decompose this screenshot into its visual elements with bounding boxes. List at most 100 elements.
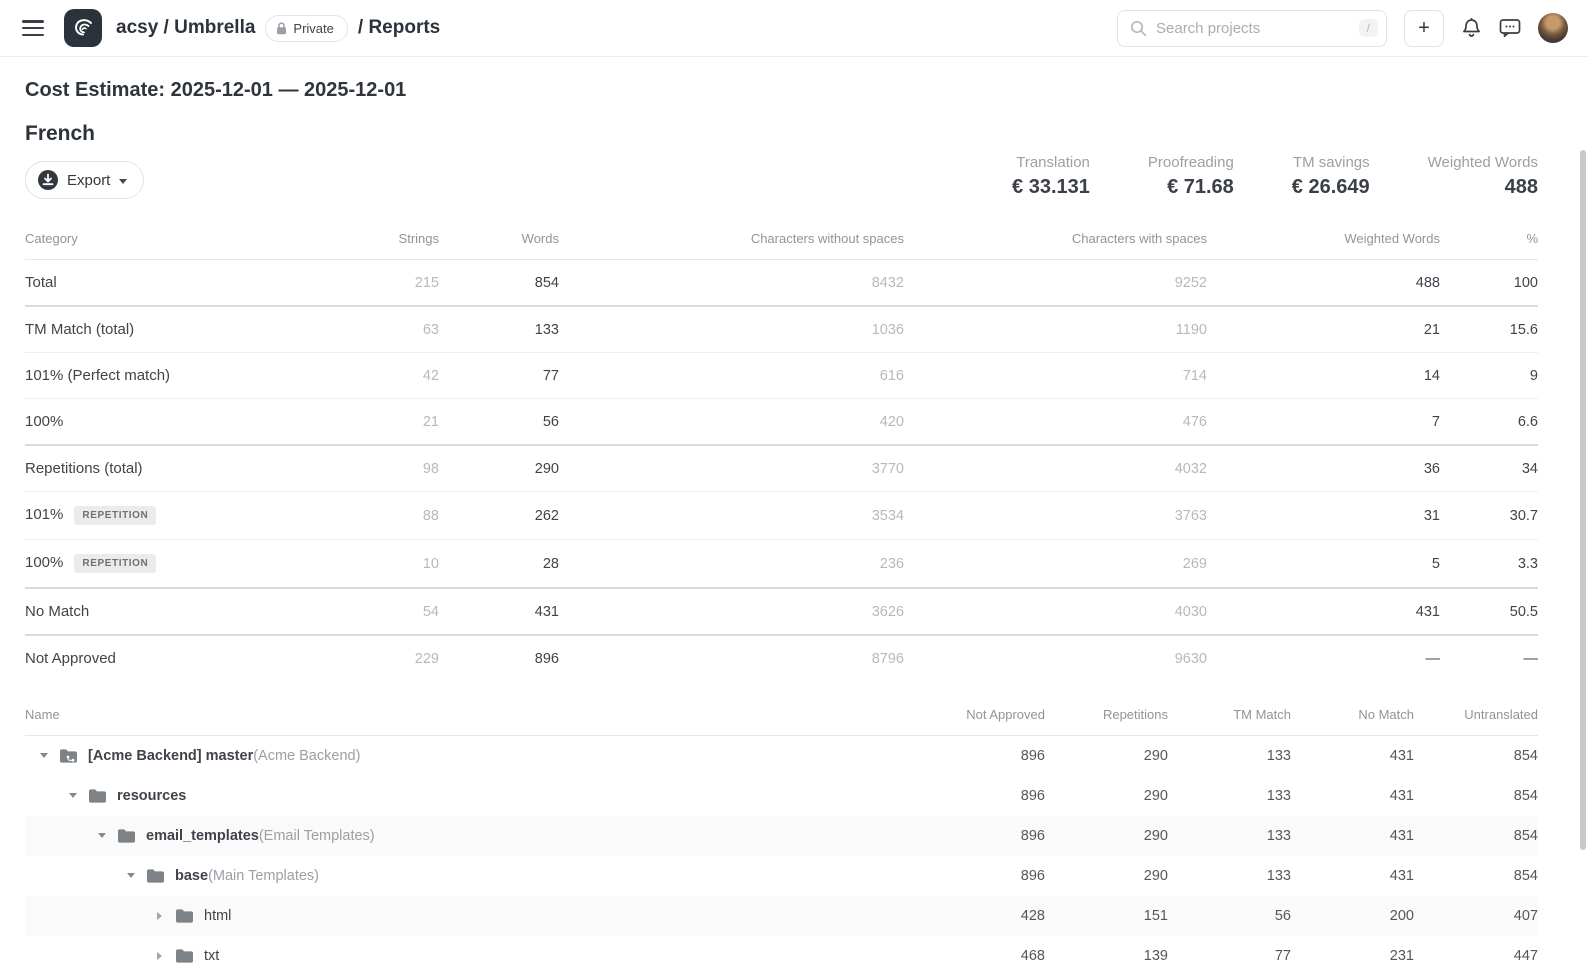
table-row: 100%REPETITION102823626953.3 <box>25 540 1538 589</box>
category-cell: 101% (Perfect match) <box>25 353 369 399</box>
column-header: % <box>1440 231 1538 260</box>
percent-cell: — <box>1440 635 1538 681</box>
app-logo-icon[interactable] <box>64 9 102 47</box>
no-match-cell: 431 <box>1291 776 1414 816</box>
folder-name[interactable]: html <box>204 908 231 924</box>
file-tree-row[interactable]: html42815156200407 <box>25 896 1538 936</box>
messages-chat-icon[interactable] <box>1499 18 1521 38</box>
stats-row: Translation€ 33.131Proofreading€ 71.68TM… <box>1012 154 1538 199</box>
untranslated-cell: 854 <box>1414 816 1538 856</box>
files-breakdown-table: NameNot ApprovedRepetitionsTM MatchNo Ma… <box>25 707 1538 969</box>
folder-name[interactable]: resources <box>117 788 186 804</box>
table-row: TM Match (total)63133103611902115.6 <box>25 306 1538 353</box>
collapse-caret-icon[interactable] <box>124 873 137 878</box>
file-name-cell: html <box>25 896 922 936</box>
search-input[interactable] <box>1156 20 1350 37</box>
folder-icon <box>117 828 136 844</box>
repetitions-cell: 151 <box>1045 896 1168 936</box>
words-cell: 431 <box>439 588 559 635</box>
chevron-down-icon <box>119 179 127 184</box>
untranslated-cell: 447 <box>1414 936 1538 969</box>
lock-icon <box>276 22 287 35</box>
percent-cell: 9 <box>1440 353 1538 399</box>
folder-name[interactable]: base <box>175 868 208 884</box>
expand-caret-icon[interactable] <box>153 952 166 960</box>
chars-with-spaces-cell: 1190 <box>904 306 1207 353</box>
strings-cell: 88 <box>369 492 439 540</box>
search-shortcut-hint: / <box>1359 19 1378 37</box>
percent-cell: 6.6 <box>1440 399 1538 446</box>
folder-title-suffix: (Main Templates) <box>208 868 319 884</box>
weighted-words-cell: 431 <box>1207 588 1440 635</box>
folder-icon <box>175 908 194 924</box>
user-avatar[interactable] <box>1538 13 1568 43</box>
file-name-cell: email_templates(Email Templates) <box>25 816 922 856</box>
not-approved-cell: 896 <box>922 856 1045 896</box>
create-project-button[interactable]: + <box>1404 10 1444 47</box>
cost-estimate-table-header: CategoryStringsWordsCharacters without s… <box>25 231 1538 260</box>
column-header: Weighted Words <box>1207 231 1440 260</box>
strings-cell: 21 <box>369 399 439 446</box>
breadcrumb: acsy / Umbrella Private / Reports <box>116 15 440 42</box>
collapse-caret-icon[interactable] <box>95 833 108 838</box>
files-table-body: [Acme Backend] master(Acme Backend)89629… <box>25 736 1538 969</box>
privacy-badge: Private <box>265 15 347 42</box>
category-label: No Match <box>25 603 89 620</box>
search-icon <box>1130 20 1147 37</box>
collapse-caret-icon[interactable] <box>37 753 50 758</box>
words-cell: 896 <box>439 635 559 681</box>
category-cell: Repetitions (total) <box>25 445 369 492</box>
file-name-cell: txt <box>25 936 922 969</box>
column-header: Words <box>439 231 559 260</box>
category-label: 100% <box>25 554 63 571</box>
breadcrumb-project[interactable]: acsy / Umbrella <box>116 17 255 39</box>
file-tree-row[interactable]: txt46813977231447 <box>25 936 1538 969</box>
chars-without-spaces-cell: 8796 <box>559 635 904 681</box>
repetitions-cell: 290 <box>1045 816 1168 856</box>
export-button[interactable]: Export <box>25 161 144 199</box>
table-row: Total21585484329252488100 <box>25 260 1538 307</box>
search-box[interactable]: / <box>1117 10 1387 47</box>
language-heading: French <box>25 122 144 146</box>
files-table-header: NameNot ApprovedRepetitionsTM MatchNo Ma… <box>25 707 1538 736</box>
untranslated-cell: 854 <box>1414 856 1538 896</box>
stat-value: € 26.649 <box>1292 176 1370 199</box>
strings-cell: 54 <box>369 588 439 635</box>
folder-title-suffix: (Email Templates) <box>259 828 375 844</box>
no-match-cell: 431 <box>1291 856 1414 896</box>
chars-without-spaces-cell: 1036 <box>559 306 904 353</box>
hamburger-menu-icon[interactable] <box>22 20 44 36</box>
folder-name[interactable]: email_templates <box>146 828 259 844</box>
weighted-words-cell: 36 <box>1207 445 1440 492</box>
file-tree-row[interactable]: email_templates(Email Templates)89629013… <box>25 816 1538 856</box>
not-approved-cell: 468 <box>922 936 1045 969</box>
percent-cell: 3.3 <box>1440 540 1538 589</box>
category-cell: 100%REPETITION <box>25 540 369 589</box>
collapse-caret-icon[interactable] <box>66 793 79 798</box>
expand-caret-icon[interactable] <box>153 912 166 920</box>
weighted-words-cell: 7 <box>1207 399 1440 446</box>
weighted-words-cell: 14 <box>1207 353 1440 399</box>
stat-label: TM savings <box>1292 154 1370 171</box>
words-cell: 28 <box>439 540 559 589</box>
column-header: Not Approved <box>922 707 1045 736</box>
column-header: Untranslated <box>1414 707 1538 736</box>
file-tree-row[interactable]: resources896290133431854 <box>25 776 1538 816</box>
strings-cell: 42 <box>369 353 439 399</box>
vertical-scrollbar[interactable] <box>1580 150 1586 850</box>
file-tree-row[interactable]: base(Main Templates)896290133431854 <box>25 856 1538 896</box>
file-tree-row[interactable]: [Acme Backend] master(Acme Backend)89629… <box>25 736 1538 776</box>
tm-match-cell: 133 <box>1168 816 1291 856</box>
folder-name[interactable]: [Acme Backend] master <box>88 748 253 764</box>
table-row: No Match544313626403043150.5 <box>25 588 1538 635</box>
notifications-bell-icon[interactable] <box>1461 17 1482 39</box>
privacy-label: Private <box>293 21 333 36</box>
stat-proofreading: Proofreading€ 71.68 <box>1148 154 1234 199</box>
stat-label: Weighted Words <box>1428 154 1538 171</box>
folder-name[interactable]: txt <box>204 948 219 964</box>
percent-cell: 100 <box>1440 260 1538 307</box>
words-cell: 77 <box>439 353 559 399</box>
strings-cell: 10 <box>369 540 439 589</box>
percent-cell: 50.5 <box>1440 588 1538 635</box>
tm-match-cell: 56 <box>1168 896 1291 936</box>
